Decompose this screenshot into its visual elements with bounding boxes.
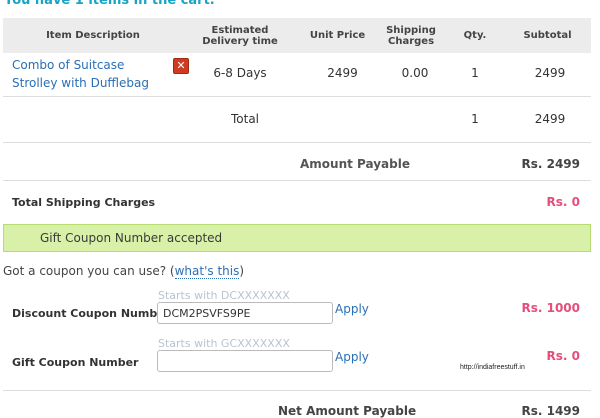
total-label: Total — [230, 112, 260, 126]
col-item-description: Item Description — [46, 30, 140, 41]
watermark: http://indiafreestuff.in — [460, 364, 525, 371]
close-icon: ✕ — [176, 59, 186, 72]
col-estimated-delivery: Estimated Delivery time — [202, 24, 278, 47]
amount-payable-label: Amount Payable — [300, 157, 410, 171]
discount-coupon-input[interactable] — [157, 302, 333, 324]
discount-apply-link[interactable]: Apply — [335, 302, 369, 316]
col-shipping-charges: Shipping Charges — [386, 24, 436, 47]
gift-coupon-hint: Starts with GCXXXXXXX — [158, 337, 290, 350]
shipping-value: Rs. 0 — [546, 195, 580, 209]
gift-coupon-label: Gift Coupon Number — [12, 356, 139, 369]
coupon-question-suffix: ) — [239, 264, 245, 278]
discount-coupon-label: Discount Coupon Number — [12, 307, 171, 320]
coupon-question-prefix: Got a coupon you can use? ( — [3, 264, 175, 278]
divider — [3, 142, 591, 143]
amount-payable-value: Rs. 2499 — [521, 157, 580, 171]
cart-heading: You have 1 items in the cart. — [4, 0, 215, 8]
item-unit-price: 2499 — [327, 66, 358, 80]
total-subtotal: 2499 — [534, 112, 566, 126]
discount-coupon-hint: Starts with DCXXXXXXX — [158, 289, 290, 302]
remove-item-button[interactable]: ✕ — [173, 58, 189, 74]
discount-amount: Rs. 1000 — [521, 301, 580, 315]
col-unit-price: Unit Price — [309, 30, 366, 41]
coupon-accepted-message: Gift Coupon Number accepted — [40, 231, 223, 245]
divider — [3, 390, 591, 391]
divider — [3, 96, 591, 97]
item-delivery: 6-8 Days — [213, 66, 267, 80]
item-qty: 1 — [471, 66, 479, 80]
gift-amount: Rs. 0 — [546, 349, 580, 363]
gift-apply-link[interactable]: Apply — [335, 350, 369, 364]
col-subtotal: Subtotal — [523, 30, 572, 41]
shipping-label: Total Shipping Charges — [12, 196, 156, 209]
total-qty: 1 — [471, 112, 479, 126]
gift-coupon-input[interactable] — [157, 350, 333, 372]
whats-this-link[interactable]: what's this — [174, 264, 240, 279]
divider — [3, 180, 591, 181]
item-subtotal: 2499 — [534, 66, 566, 80]
item-shipping: 0.00 — [401, 66, 429, 80]
item-link[interactable]: Combo of Suitcase Strolley with Duffleba… — [12, 56, 172, 92]
coupon-question: Got a coupon you can use? (what's this) — [3, 264, 245, 279]
col-qty: Qty. — [463, 30, 487, 41]
